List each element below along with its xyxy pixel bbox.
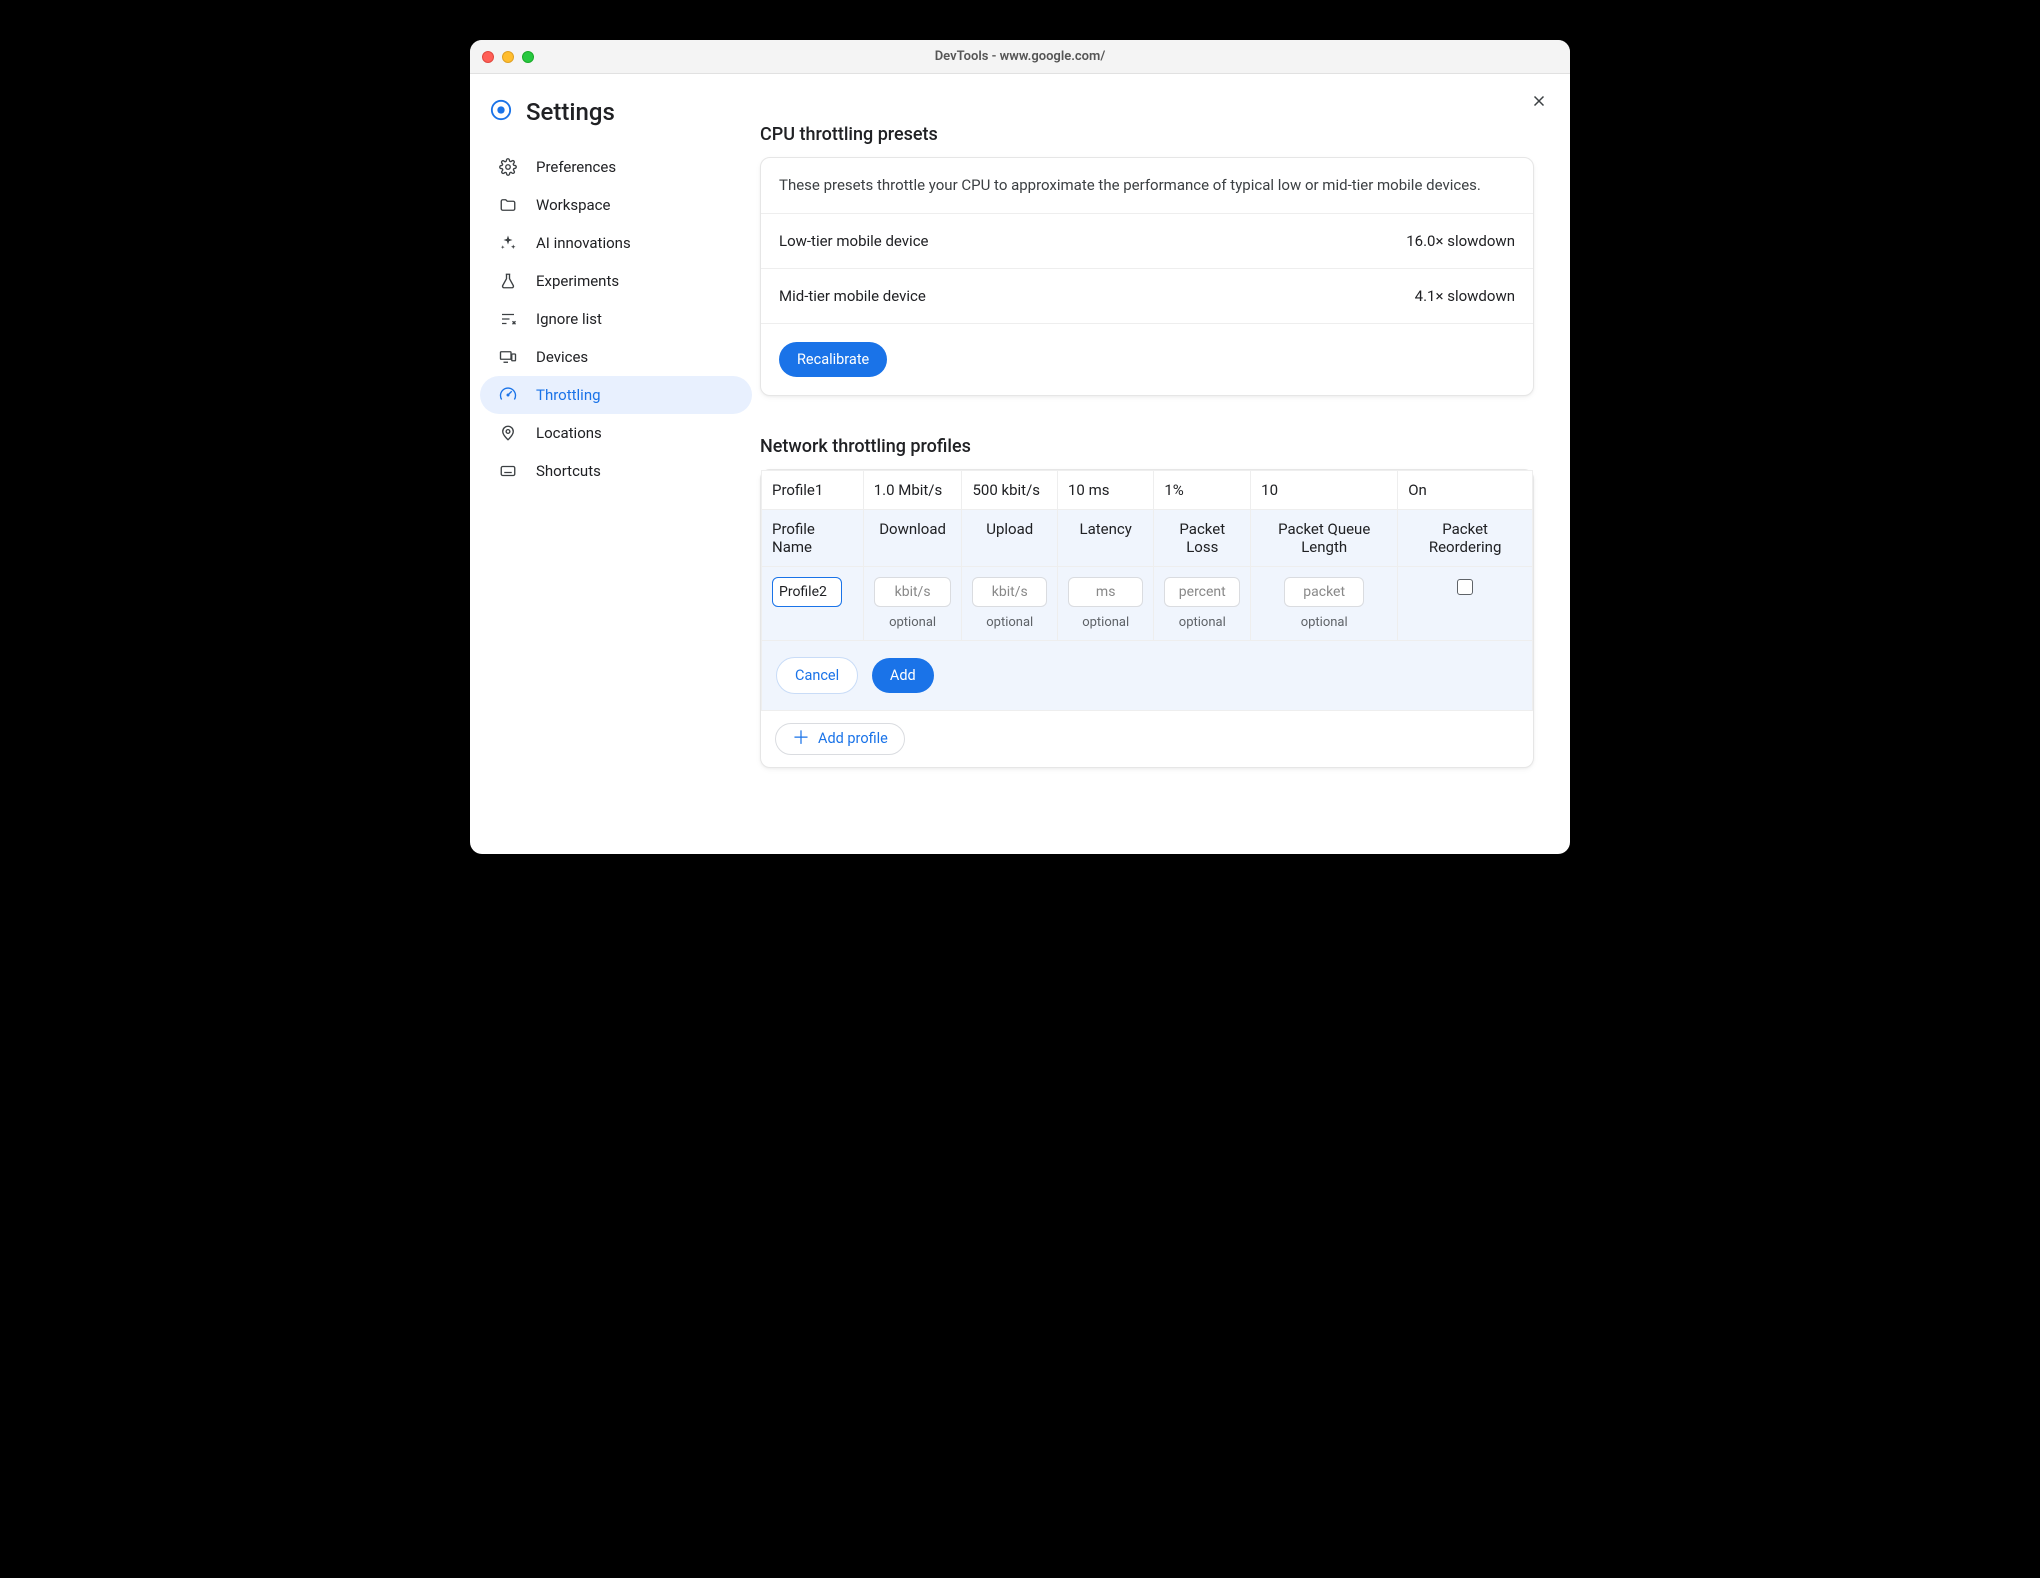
location-icon (498, 423, 518, 443)
settings-header: Settings (480, 98, 752, 148)
sidebar-item-throttling[interactable]: Throttling (480, 376, 752, 414)
page-title: Settings (526, 98, 615, 126)
cpu-section-heading: CPU throttling presets (760, 124, 1534, 145)
sidebar-item-label: Devices (536, 348, 588, 366)
optional-hint: optional (1068, 615, 1143, 630)
maximize-window-button[interactable] (522, 51, 534, 63)
sidebar-item-locations[interactable]: Locations (480, 414, 752, 452)
cell-upload: 500 kbit/s (962, 470, 1058, 509)
keyboard-icon (498, 461, 518, 481)
add-profile-label: Add profile (818, 730, 888, 747)
sparkle-icon (498, 233, 518, 253)
col-packet-loss: Packet Loss (1154, 509, 1251, 566)
sidebar-item-preferences[interactable]: Preferences (480, 148, 752, 186)
sidebar-item-label: Workspace (536, 196, 610, 214)
profile-name-input[interactable] (772, 577, 842, 607)
cpu-preset-value: 4.1× slowdown (1415, 287, 1515, 305)
plus-icon: ＋ (792, 730, 810, 748)
network-section-heading: Network throttling profiles (760, 436, 1534, 457)
cpu-preset-row: Low-tier mobile device 16.0× slowdown (761, 214, 1533, 269)
speed-icon (498, 385, 518, 405)
cpu-preset-value: 16.0× slowdown (1406, 232, 1515, 250)
sidebar-item-ai-innovations[interactable]: AI innovations (480, 224, 752, 262)
sidebar-item-experiments[interactable]: Experiments (480, 262, 752, 300)
flask-icon (498, 271, 518, 291)
close-window-button[interactable] (482, 51, 494, 63)
latency-input[interactable] (1068, 577, 1143, 607)
cpu-presets-description: These presets throttle your CPU to appro… (761, 158, 1533, 214)
cell-latency: 10 ms (1057, 470, 1153, 509)
download-input[interactable] (874, 577, 952, 607)
profile-edit-row: optional optional optional optional (762, 566, 1533, 640)
devtools-settings-window: DevTools - www.google.com/ Settings Pref… (470, 40, 1570, 854)
sidebar-item-workspace[interactable]: Workspace (480, 186, 752, 224)
cpu-card-footer: Recalibrate (761, 324, 1533, 395)
sidebar-item-label: Ignore list (536, 310, 602, 328)
sidebar-item-label: Throttling (536, 386, 601, 404)
packet-queue-input[interactable] (1284, 577, 1364, 607)
sidebar-item-label: Locations (536, 424, 602, 442)
cell-download: 1.0 Mbit/s (863, 470, 962, 509)
cpu-preset-name: Low-tier mobile device (779, 232, 929, 250)
cpu-preset-row: Mid-tier mobile device 4.1× slowdown (761, 269, 1533, 324)
add-profile-footer: ＋ Add profile (761, 711, 1533, 767)
sidebar-item-label: Shortcuts (536, 462, 601, 480)
col-download: Download (863, 509, 962, 566)
packet-reordering-checkbox[interactable] (1457, 579, 1473, 595)
optional-hint: optional (1261, 615, 1387, 630)
settings-nav: Preferences Workspace AI innovations Exp… (480, 148, 752, 490)
sidebar-item-label: AI innovations (536, 234, 631, 252)
network-profiles-card: Profile1 1.0 Mbit/s 500 kbit/s 10 ms 1% … (760, 469, 1534, 768)
settings-sidebar: Settings Preferences Workspace AI innova… (470, 74, 760, 854)
cancel-button[interactable]: Cancel (776, 657, 858, 694)
titlebar: DevTools - www.google.com/ (470, 40, 1570, 74)
add-profile-button[interactable]: ＋ Add profile (775, 723, 905, 755)
sidebar-item-label: Experiments (536, 272, 619, 290)
close-panel-button[interactable] (1530, 92, 1548, 114)
add-button[interactable]: Add (872, 658, 934, 693)
cpu-preset-name: Mid-tier mobile device (779, 287, 926, 305)
window-title: DevTools - www.google.com/ (470, 49, 1570, 64)
optional-hint: optional (972, 615, 1047, 630)
optional-hint: optional (1164, 615, 1240, 630)
sidebar-item-label: Preferences (536, 158, 616, 176)
sidebar-item-devices[interactable]: Devices (480, 338, 752, 376)
table-row[interactable]: Profile1 1.0 Mbit/s 500 kbit/s 10 ms 1% … (762, 470, 1533, 509)
cell-packet-loss: 1% (1154, 470, 1251, 509)
col-reorder: Packet Reordering (1398, 509, 1533, 566)
upload-input[interactable] (972, 577, 1047, 607)
col-queue: Packet Queue Length (1251, 509, 1398, 566)
optional-hint: optional (874, 615, 952, 630)
gear-icon (498, 157, 518, 177)
sidebar-item-ignore-list[interactable]: Ignore list (480, 300, 752, 338)
devtools-logo-icon (490, 99, 512, 125)
sidebar-item-shortcuts[interactable]: Shortcuts (480, 452, 752, 490)
col-upload: Upload (962, 509, 1058, 566)
window-controls (482, 51, 534, 63)
minimize-window-button[interactable] (502, 51, 514, 63)
settings-content: CPU throttling presets These presets thr… (760, 74, 1570, 854)
network-profiles-table: Profile1 1.0 Mbit/s 500 kbit/s 10 ms 1% … (761, 470, 1533, 711)
folder-icon (498, 195, 518, 215)
cell-reorder: On (1398, 470, 1533, 509)
packet-loss-input[interactable] (1164, 577, 1240, 607)
filter-icon (498, 309, 518, 329)
cell-profile-name: Profile1 (762, 470, 864, 509)
table-header-row: Profile Name Download Upload Latency Pac… (762, 509, 1533, 566)
cpu-presets-card: These presets throttle your CPU to appro… (760, 157, 1534, 396)
edit-actions-row: Cancel Add (762, 640, 1533, 710)
recalibrate-button[interactable]: Recalibrate (779, 342, 887, 377)
cell-queue: 10 (1251, 470, 1398, 509)
col-latency: Latency (1057, 509, 1153, 566)
devices-icon (498, 347, 518, 367)
col-profile-name: Profile Name (762, 509, 864, 566)
